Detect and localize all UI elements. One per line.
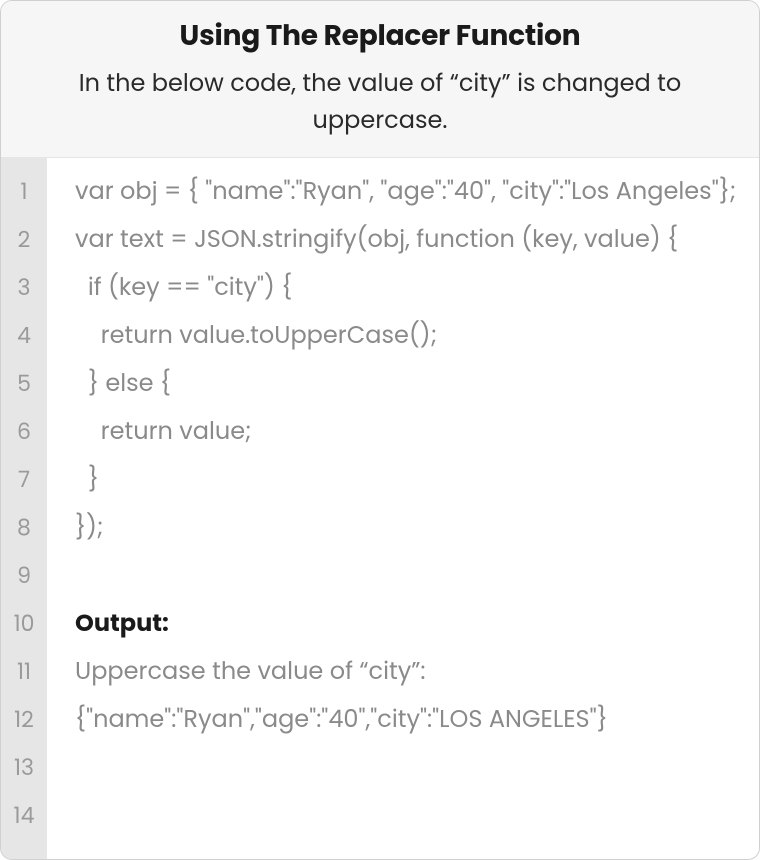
code-line: var obj = { "name":"Ryan", "age":"40", "… — [75, 168, 739, 216]
line-number: 8 — [1, 504, 47, 552]
code-line: Uppercase the value of “city”: — [75, 648, 739, 696]
line-number: 7 — [1, 456, 47, 504]
code-content: var obj = { "name":"Ryan", "age":"40", "… — [47, 158, 759, 859]
code-card: Using The Replacer Function In the below… — [0, 0, 760, 860]
line-number: 4 — [1, 312, 47, 360]
code-line — [75, 792, 739, 840]
code-line: return value; — [75, 408, 739, 456]
line-number: 5 — [1, 360, 47, 408]
line-number: 12 — [1, 696, 47, 744]
header-title: Using The Replacer Function — [21, 15, 739, 57]
code-line — [75, 744, 739, 792]
card-header: Using The Replacer Function In the below… — [1, 1, 759, 158]
line-number: 13 — [1, 744, 47, 792]
code-line: }); — [75, 504, 739, 552]
code-line: var text = JSON.stringify(obj, function … — [75, 216, 739, 264]
line-number: 1 — [1, 168, 47, 216]
line-number: 6 — [1, 408, 47, 456]
line-number: 14 — [1, 792, 47, 840]
line-number: 3 — [1, 264, 47, 312]
output-label: Output: — [75, 600, 739, 648]
line-number: 11 — [1, 648, 47, 696]
line-number: 9 — [1, 552, 47, 600]
code-line: return value.toUpperCase(); — [75, 312, 739, 360]
code-line — [75, 552, 739, 600]
header-subtitle: In the below code, the value of “city” i… — [21, 65, 739, 139]
code-line: } else { — [75, 360, 739, 408]
code-line: } — [75, 456, 739, 504]
line-number-gutter: 1234567891011121314 — [1, 158, 47, 859]
code-line: {"name":"Ryan","age":"40","city":"LOS AN… — [75, 696, 739, 744]
code-line: if (key == "city") { — [75, 264, 739, 312]
code-area: 1234567891011121314 var obj = { "name":"… — [1, 158, 759, 859]
line-number: 2 — [1, 216, 47, 264]
line-number: 10 — [1, 600, 47, 648]
